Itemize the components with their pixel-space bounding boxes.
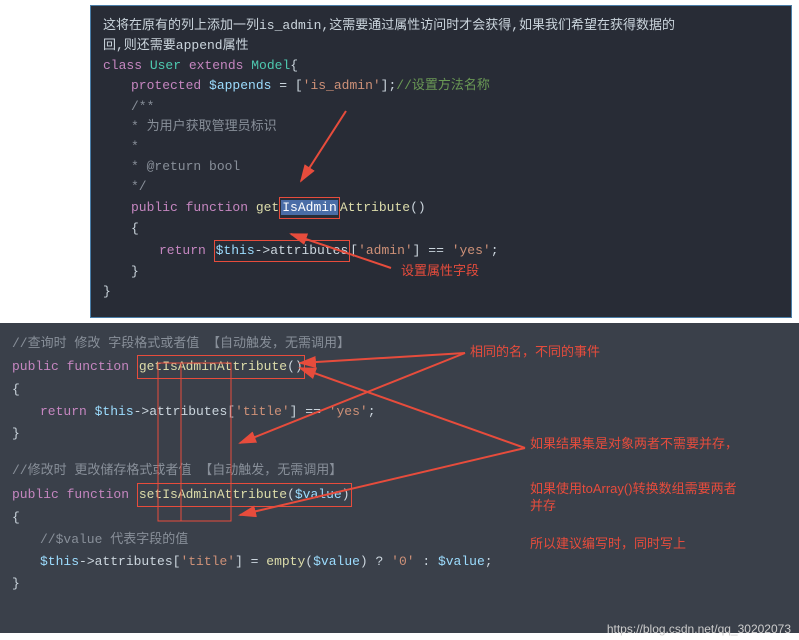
brace2c: } bbox=[12, 573, 787, 595]
doc-return: * @return bool bbox=[103, 157, 779, 177]
code-block-1: 这将在原有的列上添加一列is_admin,这需要通过属性访问时才会获得,如果我们… bbox=[90, 5, 792, 318]
ann-toarray-2: 并存 bbox=[530, 495, 556, 517]
highlight-box-isadmin: IsAdmin bbox=[279, 197, 340, 219]
watermark: https://blog.csdn.net/qq_30202073 bbox=[607, 622, 791, 636]
highlight-setter-name: setIsAdminAttribute($value) bbox=[137, 483, 352, 507]
brace-open: { bbox=[103, 219, 779, 239]
annotation-set-field: 设置属性字段 bbox=[401, 261, 479, 281]
getter-fn-2: public function getIsAdminAttribute() bbox=[12, 355, 787, 379]
doc-close: */ bbox=[103, 177, 779, 197]
class-decl: class User extends Model{ bbox=[103, 56, 779, 76]
doc-desc: * 为用户获取管理员标识 bbox=[103, 117, 779, 137]
doc-blank: * bbox=[103, 137, 779, 157]
code-block-2: //查询时 修改 字段格式或者值 【自动触发，无需调用】 public func… bbox=[0, 323, 799, 633]
doc-open: /** bbox=[103, 97, 779, 117]
ann-suggest: 所以建议编写时，同时写上 bbox=[530, 533, 686, 555]
getter-fn: public function getIsAdminAttribute() bbox=[103, 197, 779, 219]
comment-line-1: 这将在原有的列上添加一列is_admin,这需要通过属性访问时才会获得,如果我们… bbox=[103, 16, 779, 36]
return-line: return $this->attributes['admin'] == 'ye… bbox=[103, 240, 779, 262]
ann-same-name: 相同的名，不同的事件 bbox=[470, 341, 600, 363]
return-line-2: return $this->attributes['title'] == 'ye… bbox=[12, 401, 787, 423]
highlight-getter-name: getIsAdminAttribute() bbox=[137, 355, 305, 379]
appends-line: protected $appends = ['is_admin'];//设置方法… bbox=[103, 76, 779, 96]
outer-brace: } bbox=[103, 282, 779, 302]
ann-object: 如果结果集是对象两者不需要并存， bbox=[530, 433, 738, 455]
query-comment: //查询时 修改 字段格式或者值 【自动触发，无需调用】 bbox=[12, 333, 787, 355]
highlight-box-this-attr: $this->attributes bbox=[214, 240, 351, 262]
brace: { bbox=[12, 379, 787, 401]
comment-line-2: 回,则还需要append属性 bbox=[103, 36, 779, 56]
ann-toarray: 如果使用toArray()转换数组需要两者 bbox=[530, 478, 737, 500]
brace2: { bbox=[12, 507, 787, 529]
